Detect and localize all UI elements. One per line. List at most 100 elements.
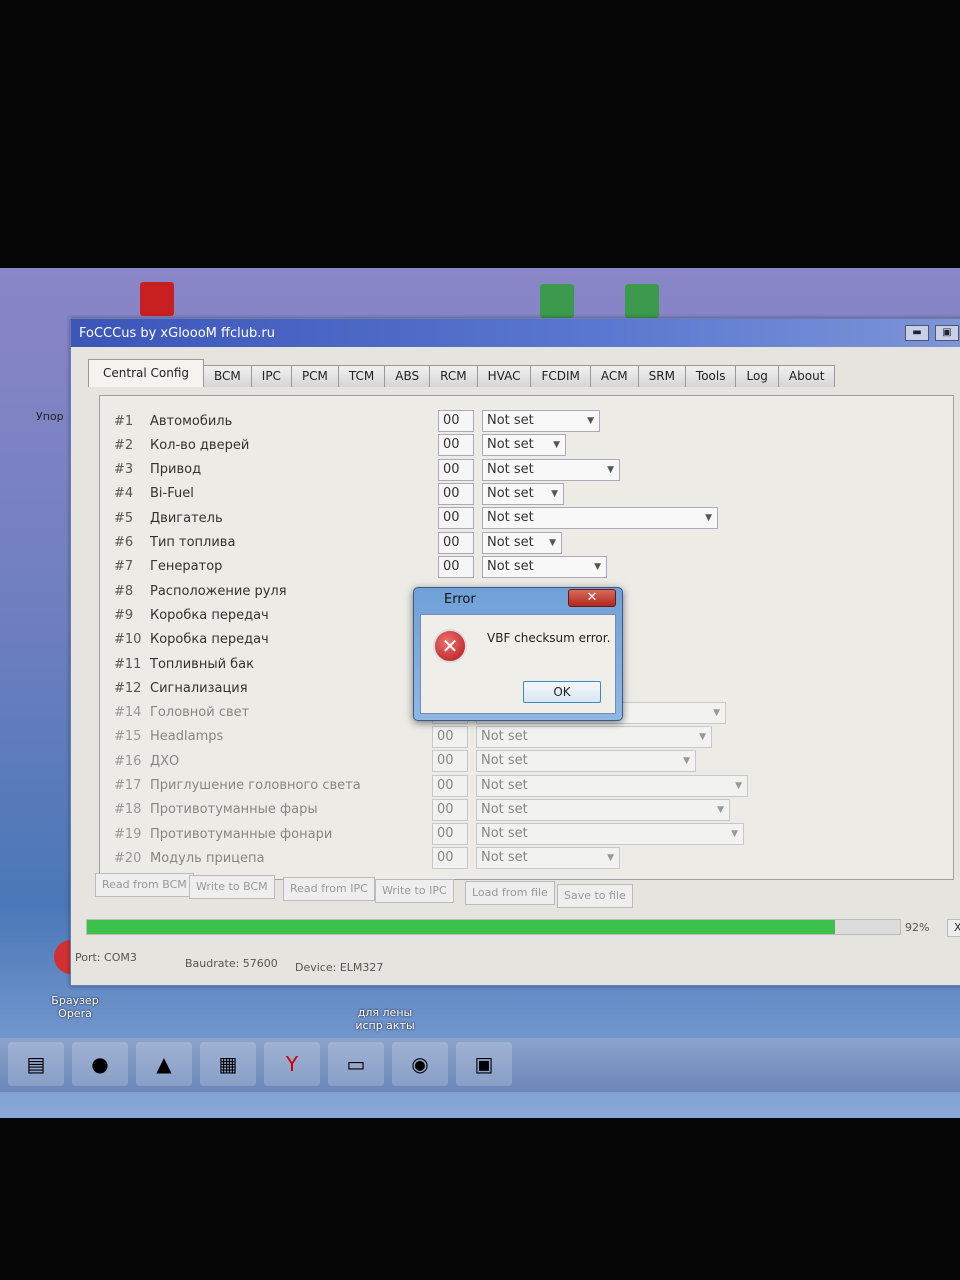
- chevron-down-icon: ▼: [705, 513, 712, 524]
- excel-icon[interactable]: ▦: [200, 1042, 256, 1086]
- config-row: #16 ДХО 00 Not set ▼: [114, 750, 696, 773]
- error-icon: ✕: [433, 629, 467, 663]
- tab-abs[interactable]: ABS: [384, 365, 431, 387]
- hex-value-input[interactable]: 00: [438, 531, 474, 554]
- tab-ipc[interactable]: IPC: [250, 365, 292, 387]
- tab-srm[interactable]: SRM: [637, 365, 686, 387]
- row-label: Коробка передач: [150, 607, 269, 623]
- config-row: #2 Кол-во дверей 00 Not set ▼: [114, 434, 566, 457]
- value-dropdown[interactable]: Not set ▼: [476, 823, 744, 846]
- tab-tools[interactable]: Tools: [684, 365, 737, 387]
- value-dropdown[interactable]: Not set ▼: [476, 774, 748, 797]
- tab-pcm[interactable]: PCM: [290, 365, 339, 387]
- value-dropdown[interactable]: Not set ▼: [482, 458, 620, 481]
- tab-fcdim[interactable]: FCDIM: [530, 365, 591, 387]
- row-number: #14: [114, 705, 142, 721]
- tab-log[interactable]: Log: [735, 365, 779, 387]
- taskbar-file-icon[interactable]: ▤: [8, 1042, 64, 1086]
- dialog-close-button[interactable]: ✕: [568, 589, 616, 607]
- chevron-down-icon: ▼: [699, 731, 706, 742]
- excel-file-icon[interactable]: [625, 284, 659, 318]
- config-row: #5 Двигатель 00 Not set ▼: [114, 507, 718, 530]
- status-port: Port: COM3: [75, 951, 137, 964]
- value-dropdown[interactable]: Not set ▼: [482, 410, 600, 432]
- value-dropdown[interactable]: Not set ▼: [482, 434, 566, 457]
- config-row: #4 Bi-Fuel 00 Not set ▼: [114, 482, 564, 505]
- row-number: #12: [114, 680, 142, 696]
- minimize-button[interactable]: ▬: [905, 325, 929, 341]
- value-dropdown[interactable]: Not set ▼: [482, 555, 607, 578]
- opera-label: Браузер Opera: [51, 994, 99, 1020]
- tab-central-config[interactable]: Central Config: [88, 359, 205, 387]
- chevron-down-icon: ▼: [731, 829, 738, 840]
- hex-value-input[interactable]: 00: [432, 750, 468, 773]
- hex-value-input[interactable]: 00: [438, 555, 474, 578]
- row-label: Тип топлива: [150, 535, 236, 550]
- hex-value-input[interactable]: 00: [438, 434, 474, 457]
- hex-value-input[interactable]: 00: [438, 458, 474, 481]
- hex-value-input[interactable]: 00: [438, 507, 474, 530]
- hex-value-input[interactable]: 00: [438, 410, 474, 432]
- error-dialog: Error ✕ ✕ VBF checksum error. OK: [413, 587, 623, 721]
- value-dropdown[interactable]: Not set ▼: [476, 725, 712, 748]
- config-row: #10 Коробка передач: [114, 629, 420, 651]
- folder-icon[interactable]: ▭: [328, 1042, 384, 1086]
- hex-value-input[interactable]: 00: [432, 774, 468, 797]
- value-dropdown[interactable]: Not set ▼: [482, 482, 564, 505]
- row-label: Двигатель: [150, 510, 223, 526]
- chevron-down-icon: ▼: [683, 756, 690, 767]
- firefox-icon[interactable]: ●: [72, 1042, 128, 1086]
- tab-rcm[interactable]: RCM: [429, 365, 478, 387]
- dropdown-value: Not set: [487, 437, 534, 453]
- window-title: FoCCCus by xGloooM ffclub.ru: [79, 325, 275, 341]
- value-dropdown[interactable]: Not set ▼: [476, 847, 620, 870]
- hex-value-input[interactable]: 00: [432, 798, 468, 821]
- row-label: Привод: [150, 462, 202, 478]
- hex-value-input[interactable]: 00: [432, 725, 468, 748]
- row-label: Генератор: [150, 559, 223, 575]
- row-number: #7: [114, 559, 134, 575]
- row-number: #11: [114, 656, 142, 672]
- tab-tcm[interactable]: TCM: [337, 365, 386, 387]
- dropdown-value: Not set: [487, 485, 534, 501]
- row-label: Модуль прицепа: [150, 850, 265, 866]
- value-dropdown[interactable]: Not set ▼: [476, 798, 730, 821]
- progress-bar: [86, 919, 901, 935]
- chevron-down-icon: ▼: [607, 853, 614, 864]
- tab-acm[interactable]: ACM: [589, 365, 639, 387]
- hex-value-input[interactable]: 00: [432, 847, 468, 870]
- tab-hvac[interactable]: HVAC: [476, 365, 532, 387]
- acrobat-icon[interactable]: ▲: [136, 1042, 192, 1086]
- acrobat-icon[interactable]: [140, 282, 174, 316]
- dropdown-value: Not set: [481, 753, 528, 769]
- config-row: #3 Привод 00 Not set ▼: [114, 458, 620, 481]
- hex-value-input[interactable]: 00: [432, 823, 468, 846]
- cancel-button[interactable]: X: [947, 919, 960, 937]
- chevron-down-icon: ▼: [717, 804, 724, 815]
- write-to-bcm-button[interactable]: Write to BCM: [189, 875, 275, 899]
- row-label: Bi-Fuel: [150, 486, 194, 502]
- excel-file-icon[interactable]: [540, 284, 574, 318]
- write-to-ipc-button[interactable]: Write to IPC: [375, 879, 454, 903]
- save-to-file-button[interactable]: Save to file: [557, 884, 633, 908]
- row-label: Коробка передач: [150, 632, 269, 648]
- window-taskbar-icon[interactable]: ▣: [456, 1042, 512, 1086]
- tab-bcm[interactable]: BCM: [203, 365, 252, 387]
- ok-button[interactable]: OK: [523, 681, 601, 703]
- value-dropdown[interactable]: Not set ▼: [476, 750, 696, 773]
- foccus-taskbar-icon[interactable]: ◉: [392, 1042, 448, 1086]
- read-from-bcm-button[interactable]: Read from BCM: [95, 873, 194, 897]
- value-dropdown[interactable]: Not set ▼: [482, 531, 562, 554]
- value-dropdown[interactable]: Not set ▼: [482, 507, 718, 530]
- config-row: #8 Расположение руля: [114, 580, 420, 602]
- row-label: Противотуманные фонари: [150, 826, 333, 842]
- read-from-ipc-button[interactable]: Read from IPC: [283, 877, 375, 901]
- load-from-file-button[interactable]: Load from file: [465, 881, 555, 905]
- yandex-icon[interactable]: Y: [264, 1042, 320, 1086]
- row-number: #20: [114, 850, 142, 866]
- maximize-button[interactable]: ▣: [935, 325, 959, 341]
- row-number: #19: [114, 826, 142, 842]
- hex-value-input[interactable]: 00: [438, 482, 474, 505]
- tab-about[interactable]: About: [777, 365, 836, 387]
- config-row: #19 Противотуманные фонари 00 Not set ▼: [114, 823, 744, 846]
